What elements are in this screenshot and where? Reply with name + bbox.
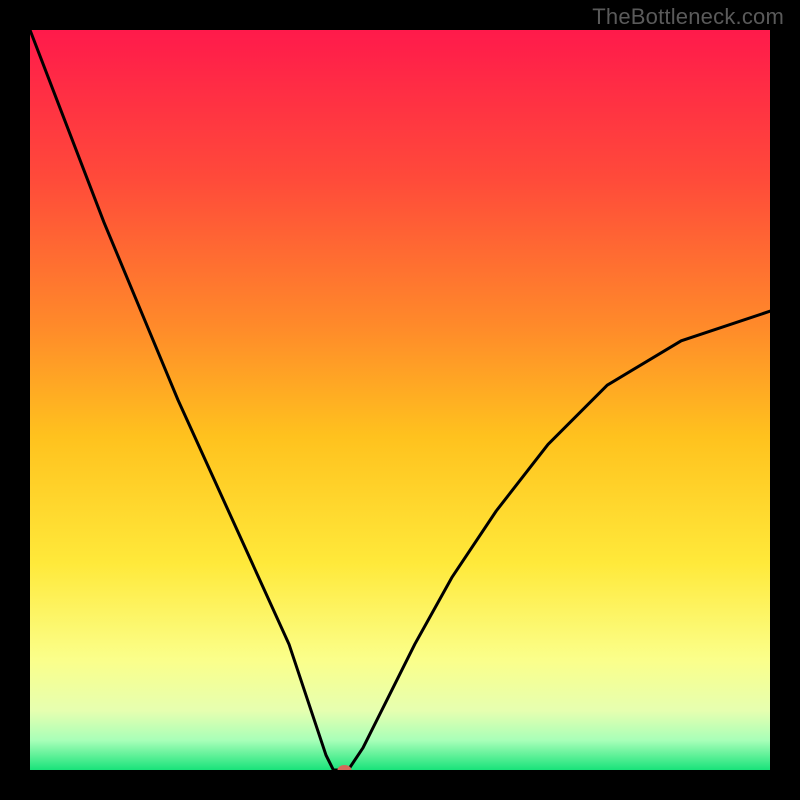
watermark-text: TheBottleneck.com	[592, 4, 784, 30]
chart-svg	[30, 30, 770, 770]
plot-area	[30, 30, 770, 770]
chart-frame: TheBottleneck.com	[0, 0, 800, 800]
gradient-background	[30, 30, 770, 770]
